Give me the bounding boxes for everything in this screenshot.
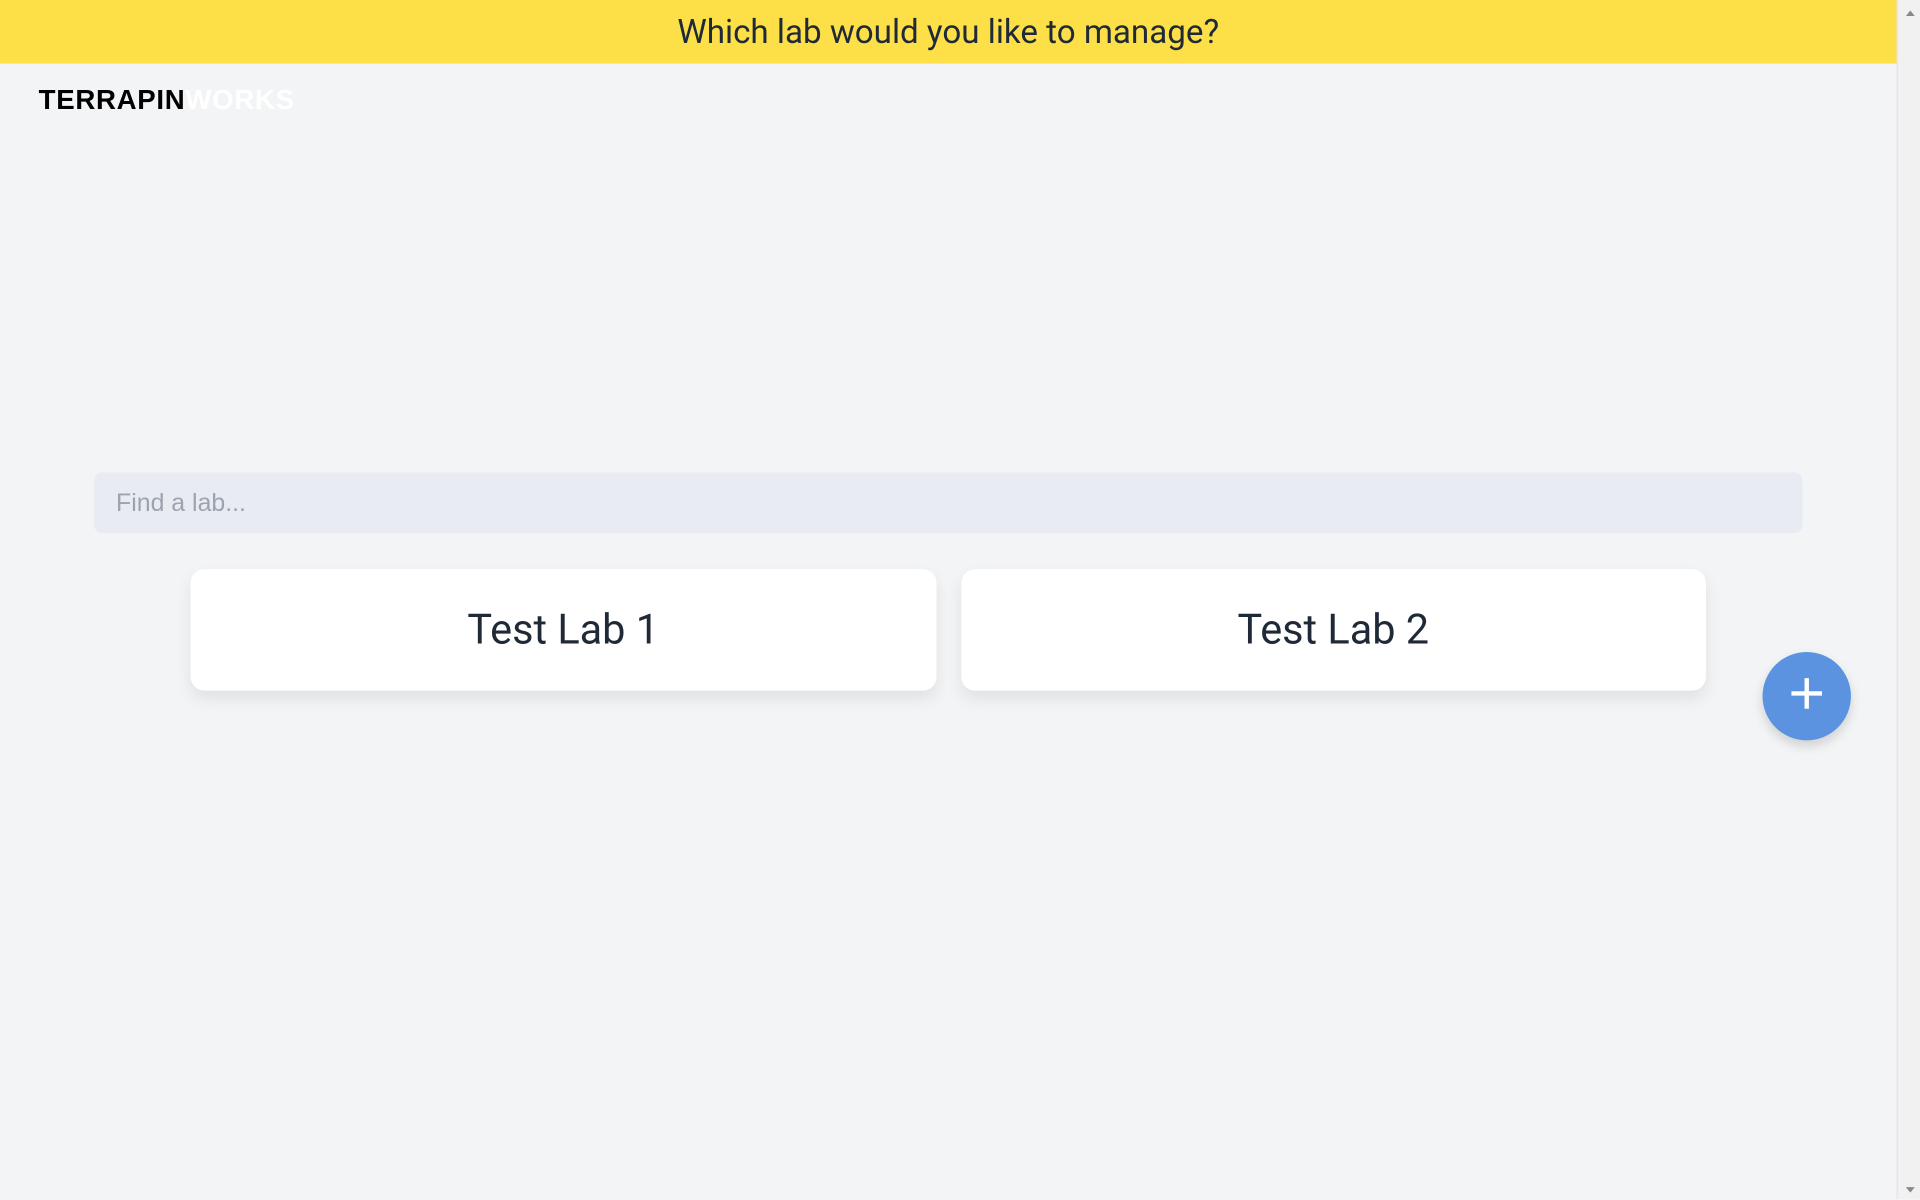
scroll-up-button[interactable] [1898,0,1920,23]
lab-card-1[interactable]: Test Lab 1 [191,569,936,691]
search-input[interactable] [94,472,1803,533]
scrollbar[interactable] [1897,0,1920,1199]
lab-card-2[interactable]: Test Lab 2 [961,569,1706,691]
chevron-up-icon [1904,0,1915,25]
scroll-down-button[interactable] [1898,1175,1920,1198]
main-content: Test Lab 1 Test Lab 2 [0,472,1897,690]
logo: TERRAPINWORKS [39,83,295,118]
add-lab-button[interactable] [1763,652,1851,740]
banner-title: Which lab would you like to manage? [677,12,1219,51]
plus-icon [1780,667,1832,725]
labs-container: Test Lab 1 Test Lab 2 [94,569,1803,691]
page-banner: Which lab would you like to manage? [0,0,1897,64]
logo-part2: WORKS [185,86,294,116]
chevron-down-icon [1904,1174,1915,1200]
lab-name: Test Lab 2 [1237,606,1429,654]
lab-name: Test Lab 1 [467,606,659,654]
logo-part1: TERRAPIN [39,86,186,116]
